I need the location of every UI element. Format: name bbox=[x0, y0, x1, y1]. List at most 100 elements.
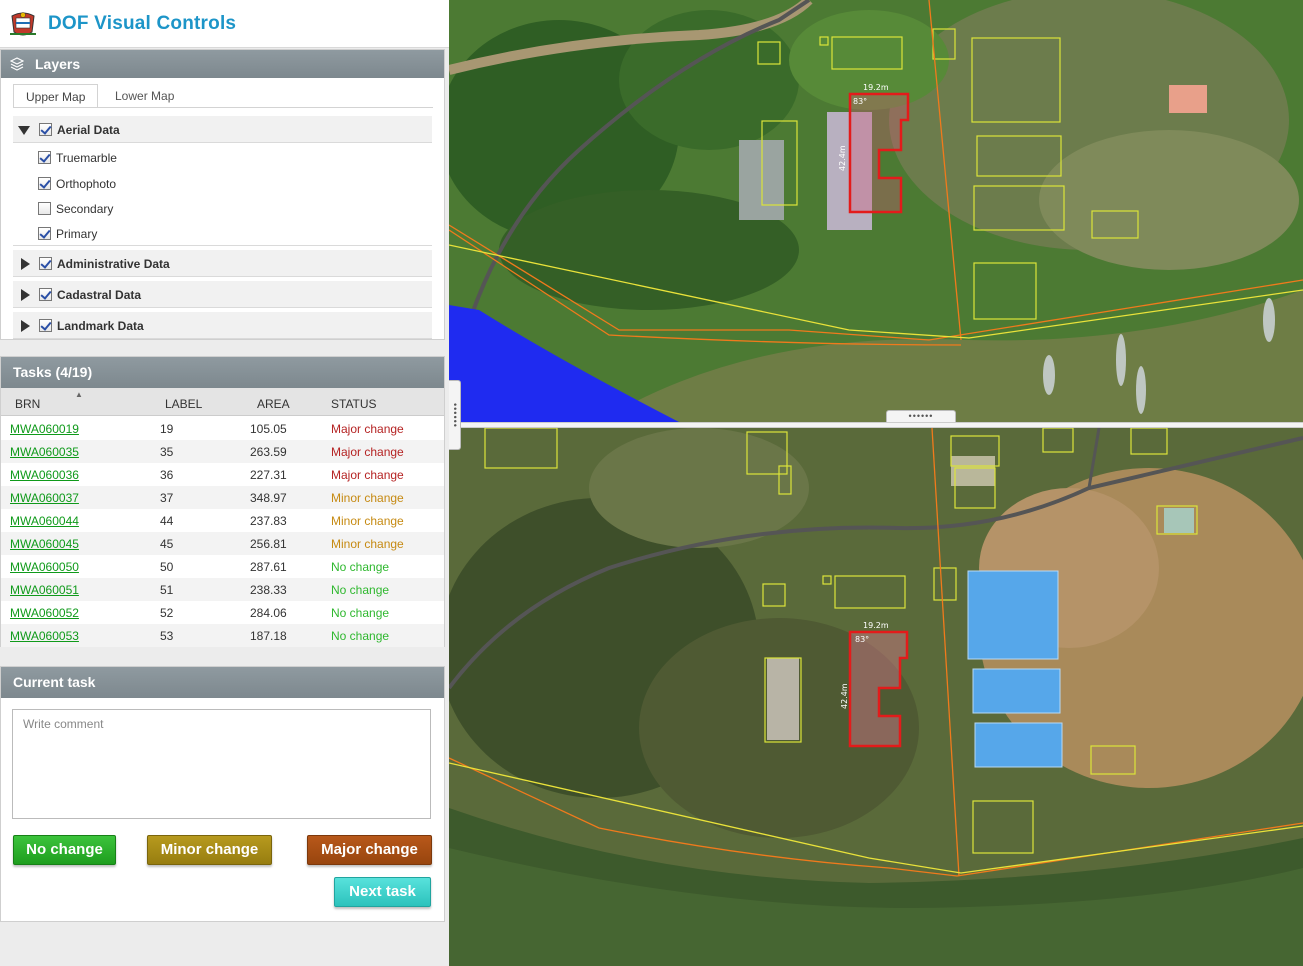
upper-map[interactable]: 19.2m 42.4m 83° bbox=[449, 0, 1303, 422]
layer-checkbox-secondary[interactable] bbox=[38, 202, 51, 215]
area-cell: 227.31 bbox=[250, 468, 287, 482]
brn-link[interactable]: MWA060045 bbox=[10, 537, 79, 551]
tab-upper-map[interactable]: Upper Map bbox=[13, 84, 99, 108]
label-cell: 52 bbox=[160, 606, 174, 620]
brn-link[interactable]: MWA060036 bbox=[10, 468, 79, 482]
layer-item-orthophoto[interactable]: Orthophoto bbox=[13, 170, 432, 197]
layers-tabs: Upper Map Lower Map bbox=[13, 84, 433, 108]
sidebar: DOF Visual Controls Layers Upper Map Low… bbox=[0, 0, 449, 966]
table-row[interactable]: MWA060035 35 263.59 Major change bbox=[1, 440, 444, 463]
status-cell: No change bbox=[331, 606, 390, 620]
major-change-button[interactable]: Major change bbox=[307, 835, 432, 865]
layers-icon bbox=[10, 57, 24, 71]
brn-link[interactable]: MWA060050 bbox=[10, 560, 79, 574]
expand-arrow-icon[interactable] bbox=[21, 289, 30, 301]
comment-textarea[interactable] bbox=[12, 709, 431, 819]
status-cell: No change bbox=[331, 560, 390, 574]
layer-checkbox-orthophoto[interactable] bbox=[38, 177, 51, 190]
table-row[interactable]: MWA060036 36 227.31 Major change bbox=[1, 463, 444, 486]
layer-item-secondary[interactable]: Secondary bbox=[13, 195, 432, 222]
dim-angle-label: 83° bbox=[855, 635, 869, 644]
sort-ascending-icon: ▲ bbox=[75, 390, 83, 399]
status-cell: No change bbox=[331, 583, 390, 597]
minor-change-button[interactable]: Minor change bbox=[147, 835, 272, 865]
label-cell: 45 bbox=[160, 537, 174, 551]
no-change-button[interactable]: No change bbox=[13, 835, 116, 865]
brn-link[interactable]: MWA060052 bbox=[10, 606, 79, 620]
area-cell: 284.06 bbox=[250, 606, 287, 620]
layer-checkbox-cadastral-data[interactable] bbox=[39, 288, 52, 301]
layer-checkbox-truemarble[interactable] bbox=[38, 151, 51, 164]
table-row[interactable]: MWA060050 50 287.61 No change bbox=[1, 555, 444, 578]
panel-splitter-handle[interactable]: •••••• bbox=[449, 380, 461, 450]
lower-map[interactable]: 19.2m 42.4m 83° bbox=[449, 428, 1303, 966]
table-row[interactable]: MWA060045 45 256.81 Minor change bbox=[1, 532, 444, 555]
layer-group-administrative-data[interactable]: Administrative Data bbox=[13, 250, 432, 277]
layers-panel: Layers Upper Map Lower Map Aerial Data T… bbox=[0, 49, 445, 340]
table-row[interactable]: MWA060037 37 348.97 Minor change bbox=[1, 486, 444, 509]
tabs-divider bbox=[13, 107, 433, 108]
brn-link[interactable]: MWA060035 bbox=[10, 445, 79, 459]
layer-group-label: Cadastral Data bbox=[57, 288, 142, 302]
lower-map-imagery: 19.2m 42.4m 83° bbox=[449, 428, 1303, 966]
table-row[interactable]: MWA060044 44 237.83 Minor change bbox=[1, 509, 444, 532]
tasks-panel: Tasks (4/19) ▲ BRN LABEL AREA STATUS MWA… bbox=[0, 356, 445, 647]
area-cell: 256.81 bbox=[250, 537, 287, 551]
table-row[interactable]: MWA060052 52 284.06 No change bbox=[1, 601, 444, 624]
status-cell: Major change bbox=[331, 422, 404, 436]
label-cell: 36 bbox=[160, 468, 174, 482]
layers-panel-header[interactable]: Layers bbox=[1, 50, 444, 78]
table-row[interactable]: MWA060053 53 187.18 No change bbox=[1, 624, 444, 647]
tab-lower-map[interactable]: Lower Map bbox=[103, 84, 186, 108]
current-task-header[interactable]: Current task bbox=[1, 667, 444, 698]
layer-item-label: Truemarble bbox=[56, 151, 117, 165]
layer-group-landmark-data[interactable]: Landmark Data bbox=[13, 312, 432, 339]
status-cell: Major change bbox=[331, 468, 404, 482]
layer-group-label: Aerial Data bbox=[57, 123, 120, 137]
area-cell: 287.61 bbox=[250, 560, 287, 574]
column-header-label[interactable]: LABEL bbox=[165, 397, 202, 411]
current-task-panel: Current task No change Minor change Majo… bbox=[0, 666, 445, 922]
label-cell: 44 bbox=[160, 514, 174, 528]
column-header-area[interactable]: AREA bbox=[257, 397, 290, 411]
dim-width-label: 19.2m bbox=[863, 83, 889, 92]
layer-checkbox-administrative-data[interactable] bbox=[39, 257, 52, 270]
layer-checkbox-aerial-data[interactable] bbox=[39, 123, 52, 136]
expand-arrow-icon[interactable] bbox=[21, 320, 30, 332]
brn-link[interactable]: MWA060037 bbox=[10, 491, 79, 505]
collapse-arrow-icon[interactable] bbox=[18, 126, 30, 135]
tasks-panel-header[interactable]: Tasks (4/19) bbox=[1, 357, 444, 388]
label-cell: 51 bbox=[160, 583, 174, 597]
upper-map-imagery: 19.2m 42.4m 83° bbox=[449, 0, 1303, 422]
table-row[interactable]: MWA060051 51 238.33 No change bbox=[1, 578, 444, 601]
brn-link[interactable]: MWA060051 bbox=[10, 583, 79, 597]
area-cell: 237.83 bbox=[250, 514, 287, 528]
layer-group-label: Administrative Data bbox=[57, 257, 170, 271]
table-row[interactable]: MWA060019 19 105.05 Major change bbox=[1, 417, 444, 440]
expand-arrow-icon[interactable] bbox=[21, 258, 30, 270]
coat-of-arms-logo bbox=[10, 12, 36, 36]
layer-group-label: Landmark Data bbox=[57, 319, 144, 333]
column-header-brn[interactable]: BRN bbox=[15, 397, 40, 411]
layer-group-cadastral-data[interactable]: Cadastral Data bbox=[13, 281, 432, 308]
tasks-table-header: ▲ BRN LABEL AREA STATUS bbox=[1, 388, 444, 416]
layer-group-aerial-data[interactable]: Aerial Data bbox=[13, 116, 432, 143]
map-area: 19.2m 42.4m 83° •••••• 19.2m 42.4m 83° bbox=[449, 0, 1303, 966]
layer-item-truemarble[interactable]: Truemarble bbox=[13, 144, 432, 171]
layer-checkbox-primary[interactable] bbox=[38, 227, 51, 240]
label-cell: 53 bbox=[160, 629, 174, 643]
next-task-button[interactable]: Next task bbox=[334, 877, 431, 907]
status-cell: Minor change bbox=[331, 537, 404, 551]
layer-checkbox-landmark-data[interactable] bbox=[39, 319, 52, 332]
status-cell: Major change bbox=[331, 445, 404, 459]
layer-item-primary[interactable]: Primary bbox=[13, 220, 432, 246]
dim-width-label: 19.2m bbox=[863, 621, 889, 630]
map-splitter-handle[interactable]: •••••• bbox=[886, 410, 956, 422]
label-cell: 50 bbox=[160, 560, 174, 574]
area-cell: 238.33 bbox=[250, 583, 287, 597]
brn-link[interactable]: MWA060044 bbox=[10, 514, 79, 528]
brn-link[interactable]: MWA060019 bbox=[10, 422, 79, 436]
brn-link[interactable]: MWA060053 bbox=[10, 629, 79, 643]
column-header-status[interactable]: STATUS bbox=[331, 397, 377, 411]
dim-height-label: 42.4m bbox=[838, 145, 847, 171]
